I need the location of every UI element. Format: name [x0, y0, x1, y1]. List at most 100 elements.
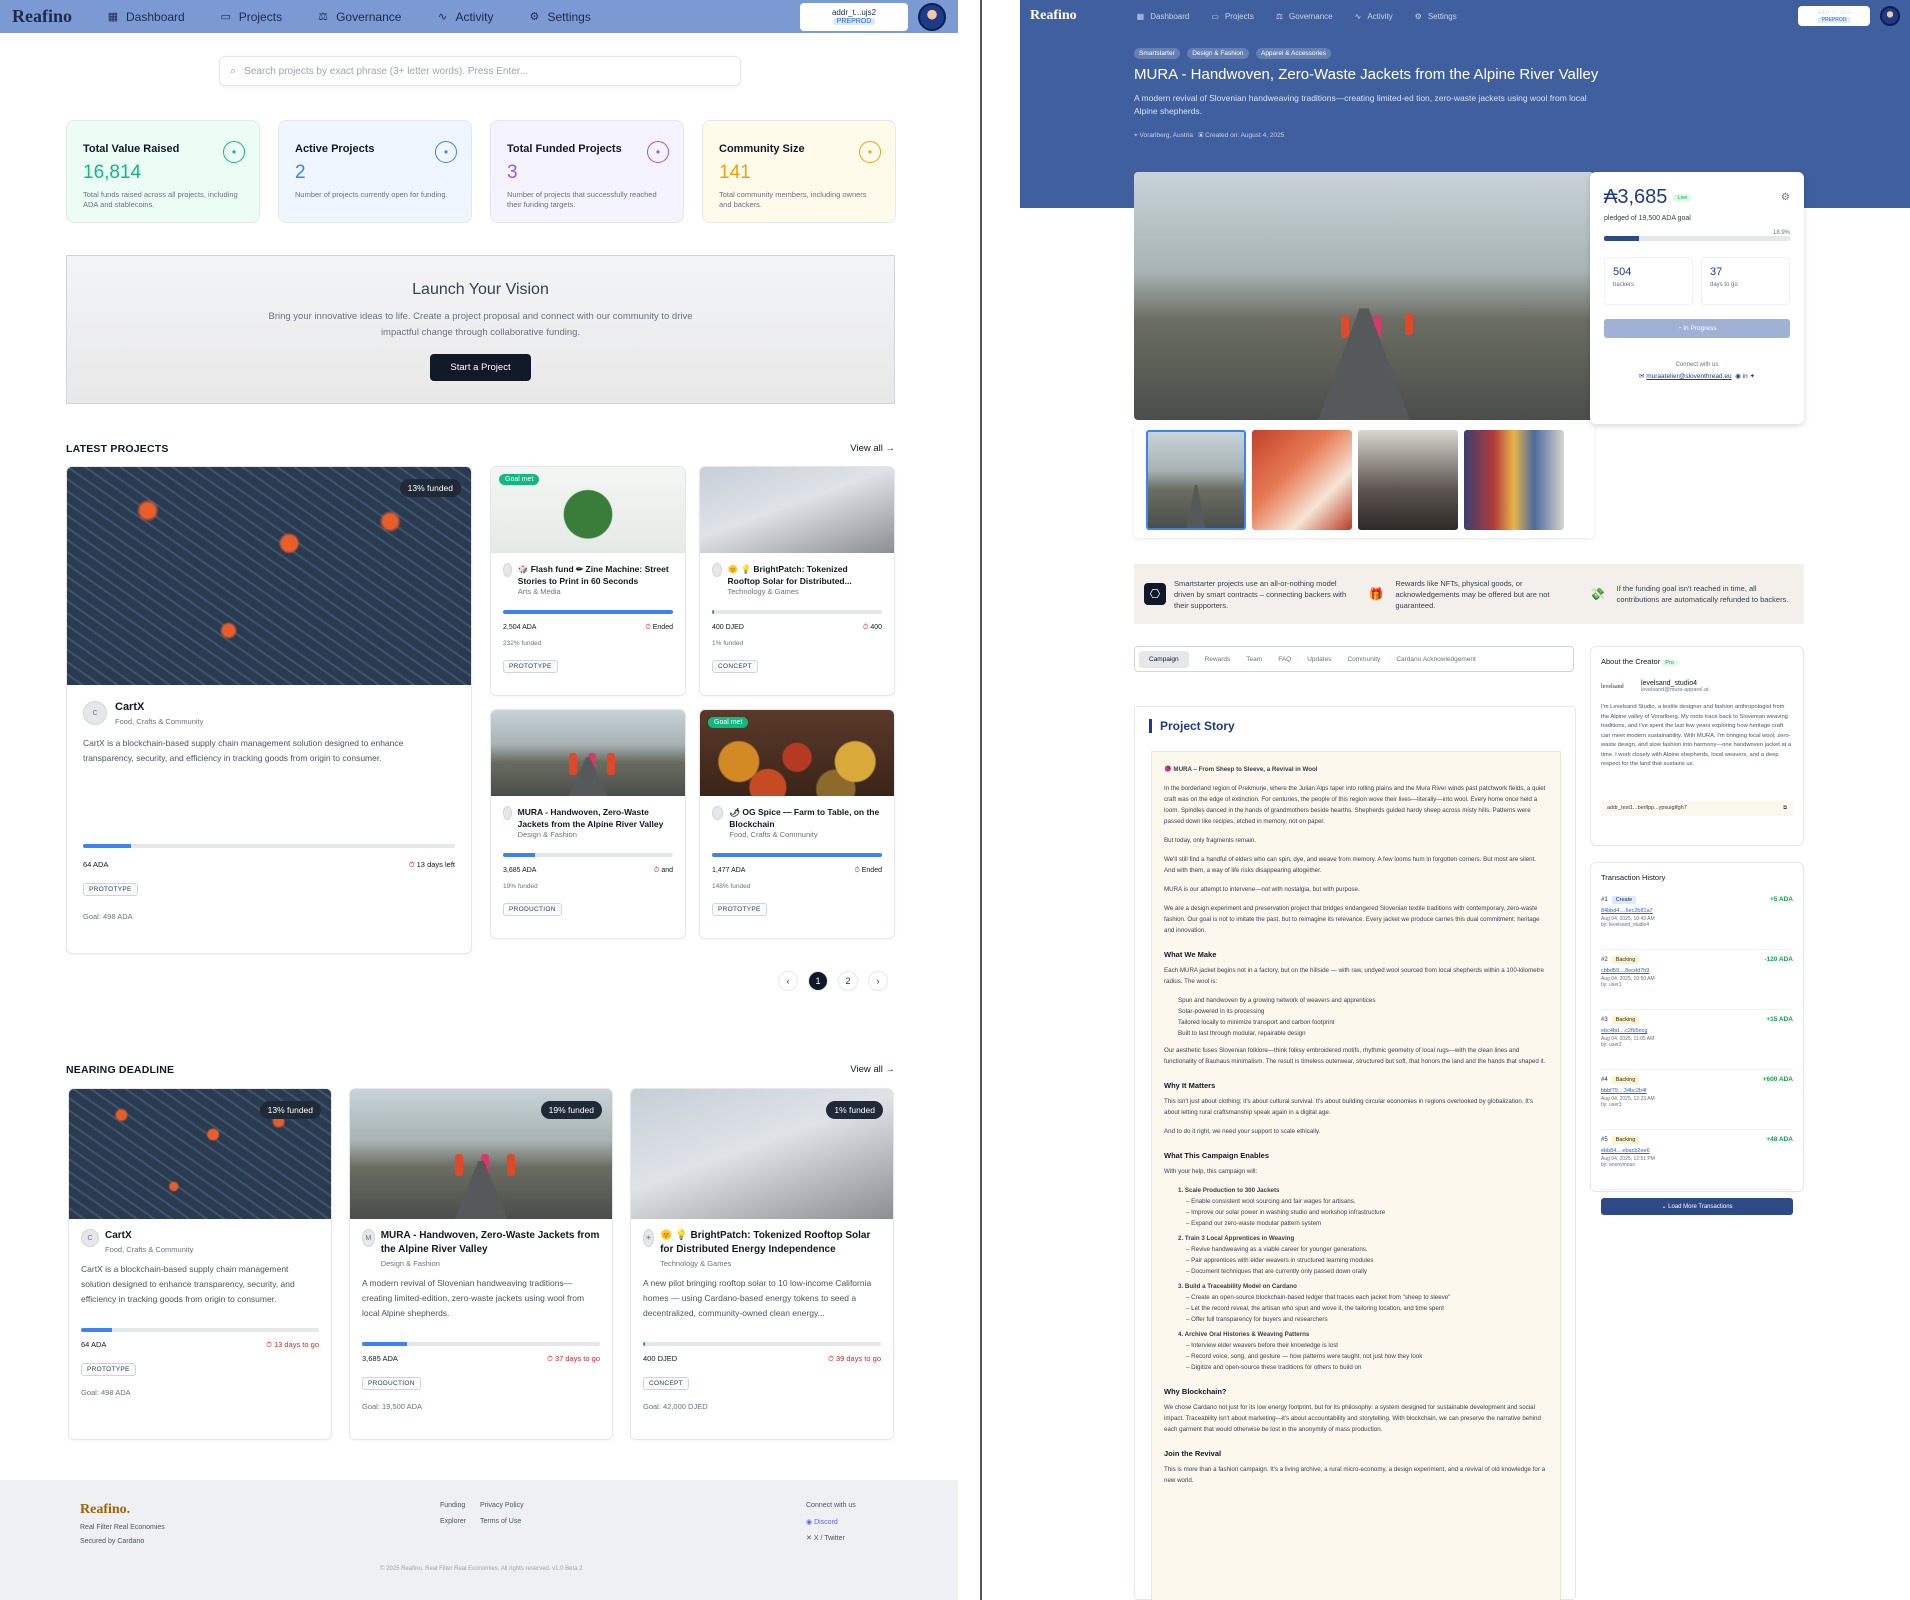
nav-projects[interactable]: ▭ Projects — [219, 10, 283, 24]
footer-link-terms[interactable]: Terms of Use — [480, 1518, 521, 1525]
logo[interactable]: Reafino — [1030, 8, 1077, 24]
footer-link-privacy[interactable]: Privacy Policy — [480, 1502, 524, 1509]
project-title[interactable]: 🌞 💡 BrightPatch: Tokenized Rooftop Solar… — [660, 1229, 881, 1257]
transaction-row[interactable]: #5 Backing ebb84....ebacb2ee6 Aug 04, 202… — [1601, 1130, 1793, 1190]
transaction-row[interactable]: #1 Create 84bbd4....6ec2b81a7 Aug 04, 202… — [1601, 890, 1793, 950]
nav-dashboard[interactable]: ▦ Dashboard — [106, 10, 185, 24]
next-page-button[interactable]: › — [868, 971, 888, 991]
footer-logo[interactable]: Reafino. — [80, 1502, 130, 1518]
tab-community[interactable]: Community — [1347, 656, 1380, 663]
linkedin-icon[interactable]: in — [1743, 373, 1748, 380]
project-title[interactable]: CartX — [115, 701, 203, 713]
creator-logo: levelsand — [1601, 683, 1624, 690]
thumbnail-1[interactable] — [1146, 430, 1246, 530]
footer-link-explorer[interactable]: Explorer — [440, 1518, 466, 1525]
project-card[interactable]: 13% funded C CartX Food, Crafts & Commun… — [68, 1088, 332, 1440]
nav-governance[interactable]: ⚖ Governance — [1276, 12, 1333, 21]
tab-campaign[interactable]: Campaign — [1139, 650, 1189, 668]
tx-hash-link[interactable]: ebb84....ebacb2ee6 — [1601, 1148, 1793, 1154]
featured-project-card[interactable]: 13% funded C CartX Food, Crafts & Commun… — [66, 466, 472, 954]
tab-team[interactable]: Team — [1246, 656, 1262, 663]
wallet-button[interactable]: addr_t...ujs2 PREPROD — [1798, 6, 1870, 26]
tx-hash-link[interactable]: ebc4bd....c2fb5ecg — [1601, 1028, 1793, 1034]
creator-avatar: C — [81, 1229, 99, 1247]
main-project-photo[interactable] — [1134, 172, 1594, 420]
project-card[interactable]: MURA - Handwoven, Zero-Waste Jackets fro… — [490, 709, 686, 939]
nav-settings[interactable]: ⚙ Settings — [527, 10, 591, 24]
tag[interactable]: Apparel & Accessories — [1255, 48, 1332, 59]
avatar[interactable] — [918, 2, 946, 31]
thumbnail-4[interactable] — [1464, 430, 1564, 530]
page-1-button[interactable]: 1 — [808, 971, 828, 991]
tab-faq[interactable]: FAQ — [1278, 656, 1291, 663]
twitter-link[interactable]: ✕ X / Twitter — [806, 1534, 845, 1542]
goal-text: Goal: 19,500 ADA — [362, 1402, 423, 1411]
project-title[interactable]: CartX — [105, 1229, 193, 1243]
view-all-latest-link[interactable]: View all → — [850, 443, 895, 454]
tag[interactable]: Smartstarter — [1134, 48, 1180, 59]
tx-hash-link[interactable]: cbbd59....8ecdd7b9 — [1601, 968, 1793, 974]
tx-hash-link[interactable]: bbbf79....34bc2b4f — [1601, 1088, 1793, 1094]
hiker-figure — [1373, 315, 1382, 338]
start-project-button[interactable]: Start a Project — [430, 354, 531, 381]
page-2-button[interactable]: 2 — [838, 971, 858, 991]
project-card[interactable]: Goal met 🎲 Flash fund ✏ Zine Machine: St… — [490, 466, 686, 696]
twitter-icon[interactable]: ✦ — [1750, 373, 1755, 380]
nav-governance[interactable]: ⚖ Governance — [316, 10, 401, 24]
tx-type-badge: Backing — [1611, 1076, 1640, 1084]
project-title[interactable]: MURA - Handwoven, Zero-Waste Jackets fro… — [381, 1229, 600, 1257]
project-title[interactable]: MURA - Handwoven, Zero-Waste Jackets fro… — [518, 806, 673, 830]
thumbnail-3[interactable] — [1358, 430, 1458, 530]
in-progress-button[interactable]: ◔ In Progress — [1604, 319, 1790, 338]
wallet-button[interactable]: addr_t...ujs2 PREPROD — [800, 2, 908, 31]
story-paragraph: We are a design experiment and preservat… — [1164, 905, 1540, 934]
stage-badge: PRODUCTION — [503, 903, 562, 916]
thumbnail-2[interactable] — [1252, 430, 1352, 530]
nav-activity[interactable]: ∿ Activity — [435, 10, 494, 24]
transaction-history-box: Transaction History #1 Create 84bbd4....6… — [1590, 862, 1804, 1215]
tx-hash-link[interactable]: 84bbd4....6ec2b81a7 — [1601, 908, 1793, 914]
avatar[interactable] — [1880, 6, 1900, 26]
pagination: ‹ 1 2 › — [778, 971, 888, 991]
project-card[interactable]: Goal met 🌶 OG Spice — Farm to Table, on … — [699, 709, 895, 939]
project-card[interactable]: 1% funded ☀ 🌞 💡 BrightPatch: Tokenized R… — [630, 1088, 894, 1440]
load-more-button[interactable]: ⌄ Load More Transactions — [1601, 1198, 1793, 1215]
tab-rewards[interactable]: Rewards — [1205, 656, 1231, 663]
search-input[interactable]: ⌕ Search projects by exact phrase (3+ le… — [219, 56, 741, 86]
settings-icon[interactable]: ⚙ — [1781, 192, 1790, 203]
story-body: 🧶 MURA – From Sheep to Sleeve, a Revival… — [1151, 751, 1561, 1600]
story-paragraph: Each MURA jacket begins not in a factory… — [1164, 967, 1544, 985]
transaction-row[interactable]: #4 Backing bbbf79....34bc2b4f Aug 04, 202… — [1601, 1070, 1793, 1130]
nav-activity[interactable]: ∿ Activity — [1355, 12, 1393, 21]
tab-updates[interactable]: Updates — [1307, 656, 1331, 663]
nav-projects[interactable]: ▭ Projects — [1211, 12, 1253, 21]
tag[interactable]: Design & Fashion — [1187, 48, 1249, 59]
story-title: 🧶 MURA – From Sheep to Sleeve, a Revival… — [1164, 766, 1318, 773]
discord-link[interactable]: ◉ Discord — [806, 1518, 838, 1526]
goal-text: Goal: 42,000 DJED — [643, 1402, 708, 1411]
nav-settings[interactable]: ⚙ Settings — [1415, 12, 1457, 21]
tab-cardano-ack[interactable]: Cardano Acknowledgement — [1396, 656, 1476, 663]
footer-link-funding[interactable]: Funding — [440, 1502, 465, 1509]
nav-dashboard[interactable]: ▦ Dashboard — [1137, 12, 1190, 21]
creator-avatar: C — [83, 701, 107, 725]
transaction-row[interactable]: #2 Backing cbbd59....8ecdd7b9 Aug 04, 202… — [1601, 950, 1793, 1010]
prev-page-button[interactable]: ‹ — [778, 971, 798, 991]
logo[interactable]: Reafino — [12, 6, 72, 27]
creator-avatar: M — [362, 1229, 375, 1247]
project-title[interactable]: 🌶 OG Spice — Farm to Table, on the Block… — [729, 806, 882, 830]
funded-badge: 13% funded — [259, 1101, 321, 1119]
creator-name[interactable]: levelsand_studio4 — [1641, 680, 1709, 687]
project-title[interactable]: 🌞 💡 BrightPatch: Tokenized Rooftop Solar… — [728, 563, 882, 587]
stage-badge: PROTOTYPE — [83, 883, 138, 896]
mail-icon: ✉ — [1638, 373, 1645, 380]
transaction-row[interactable]: #3 Backing ebc4bd....c2fb5ecg Aug 04, 202… — [1601, 1010, 1793, 1070]
view-all-deadline-link[interactable]: View all → — [850, 1064, 895, 1075]
project-card[interactable]: 🌞 💡 BrightPatch: Tokenized Rooftop Solar… — [699, 466, 895, 696]
discord-icon[interactable]: ◉ — [1735, 373, 1741, 380]
project-card[interactable]: 19% funded M MURA - Handwoven, Zero-Wast… — [349, 1088, 613, 1440]
copy-icon[interactable]: ⧉ — [1783, 805, 1787, 812]
stage-badge: CONCEPT — [643, 1377, 689, 1390]
project-title[interactable]: 🎲 Flash fund ✏ Zine Machine: Street Stor… — [518, 563, 673, 587]
email-link[interactable]: muraatelier@sloventhread.eu — [1646, 373, 1731, 380]
